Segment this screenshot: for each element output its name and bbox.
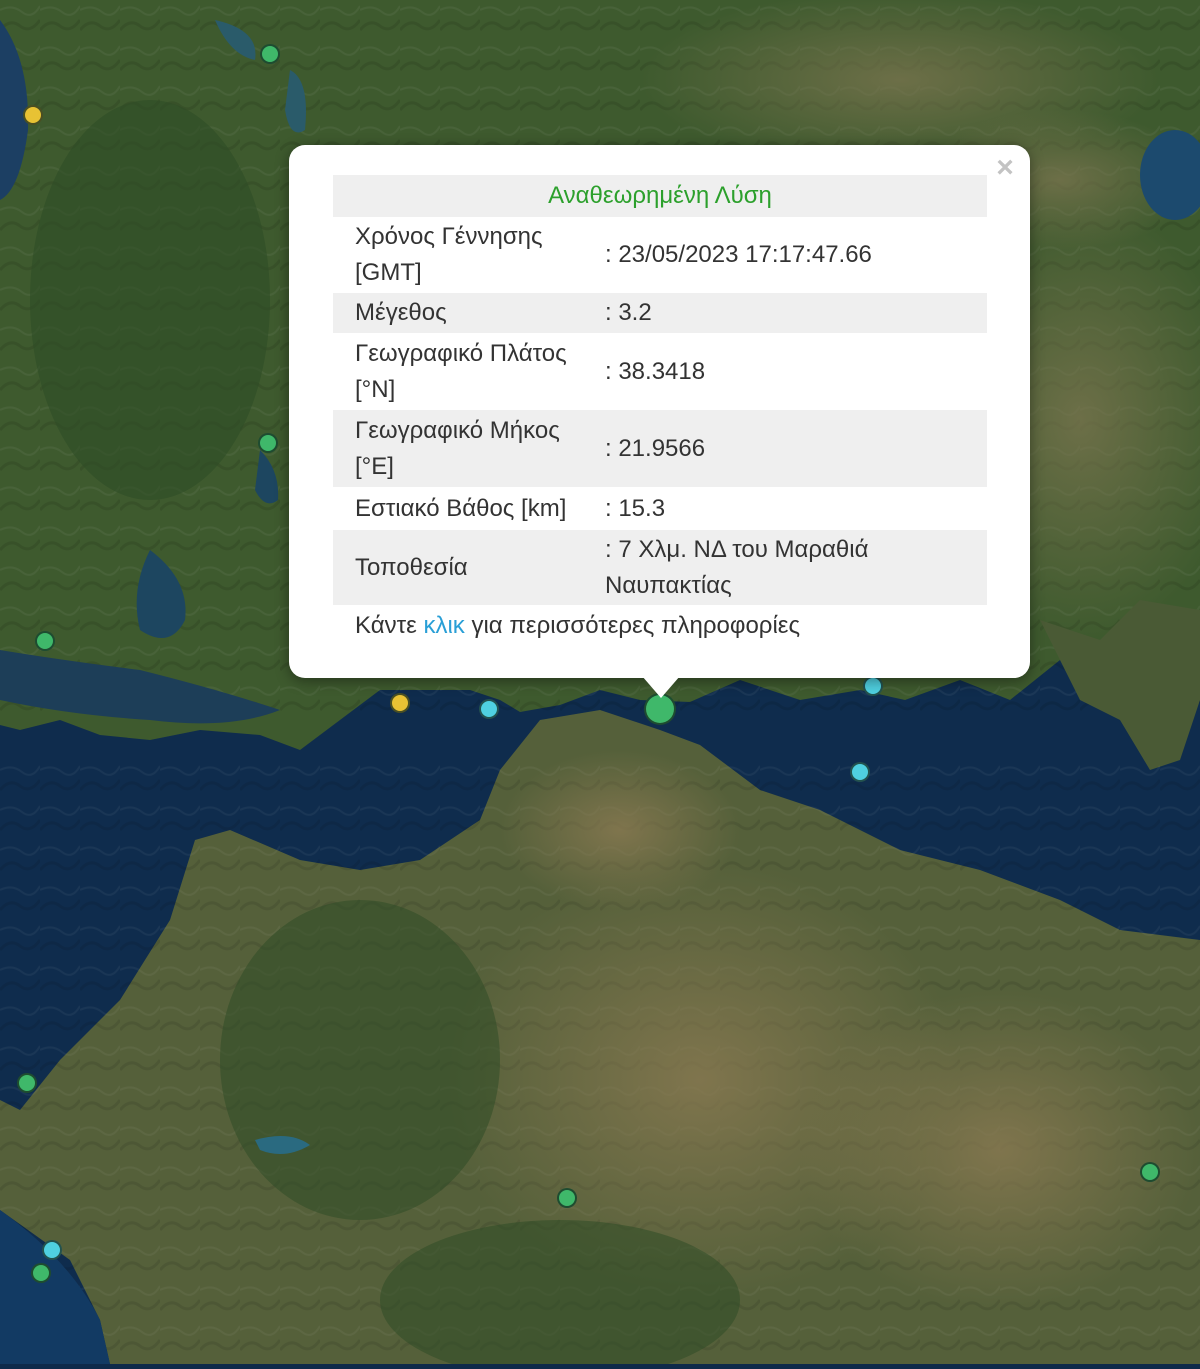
close-icon[interactable]: × — [992, 153, 1018, 183]
table-row: Γεωγραφικό Μήκος [°E] : 21.9566 — [333, 410, 987, 487]
row-label: Τοποθεσία — [333, 530, 605, 605]
earthquake-details-table: Αναθεωρημένη Λύση Χρόνος Γέννησης [GMT] :… — [333, 175, 987, 605]
table-row: Μέγεθος : 3.2 — [333, 293, 987, 333]
row-value: : 7 Χλμ. ΝΔ του Μαραθιά Ναυπακτίας — [605, 530, 987, 605]
earthquake-marker[interactable] — [258, 433, 278, 453]
earthquake-marker[interactable] — [850, 762, 870, 782]
earthquake-marker[interactable] — [1140, 1162, 1160, 1182]
earthquake-marker[interactable] — [260, 44, 280, 64]
table-row: Γεωγραφικό Πλάτος [°N] : 38.3418 — [333, 333, 987, 410]
table-row: Εστιακό Βάθος [km] : 15.3 — [333, 487, 987, 530]
earthquake-marker[interactable] — [557, 1188, 577, 1208]
table-row: Χρόνος Γέννησης [GMT] : 23/05/2023 17:17:… — [333, 217, 987, 293]
table-row: Τοποθεσία : 7 Χλμ. ΝΔ του Μαραθιά Ναυπακτ… — [333, 530, 987, 605]
row-label: Μέγεθος — [333, 293, 605, 333]
row-label: Γεωγραφικό Μήκος [°E] — [333, 410, 605, 487]
row-value: : 3.2 — [605, 293, 987, 333]
earthquake-marker[interactable] — [23, 105, 43, 125]
row-value: : 38.3418 — [605, 357, 706, 385]
earthquake-marker[interactable] — [17, 1073, 37, 1093]
earthquake-marker[interactable] — [31, 1263, 51, 1283]
row-value: : 23/05/2023 17:17:47.66 — [605, 241, 872, 268]
row-value: : 21.9566 — [605, 410, 987, 487]
earthquake-marker[interactable] — [479, 699, 499, 719]
earthquake-marker[interactable] — [390, 693, 410, 713]
popup-pointer — [642, 676, 680, 698]
earthquake-info-popup: × Αναθεωρημένη Λύση Χρόνος Γέννησης [GMT]… — [289, 145, 1030, 678]
earthquake-marker[interactable] — [863, 676, 883, 696]
row-label: Εστιακό Βάθος [km] — [355, 494, 567, 522]
more-info-text: Κάντε κλικ για περισσότερες πληροφορίες — [355, 612, 801, 639]
more-info-link[interactable]: κλικ — [423, 612, 464, 639]
earthquake-marker[interactable] — [42, 1240, 62, 1260]
row-label: Γεωγραφικό Πλάτος [°N] — [355, 339, 567, 403]
earthquake-marker[interactable] — [35, 631, 55, 651]
row-label: Χρόνος Γέννησης [GMT] — [355, 223, 543, 286]
popup-header: Αναθεωρημένη Λύση — [333, 175, 987, 217]
row-value: : 15.3 — [605, 494, 666, 522]
